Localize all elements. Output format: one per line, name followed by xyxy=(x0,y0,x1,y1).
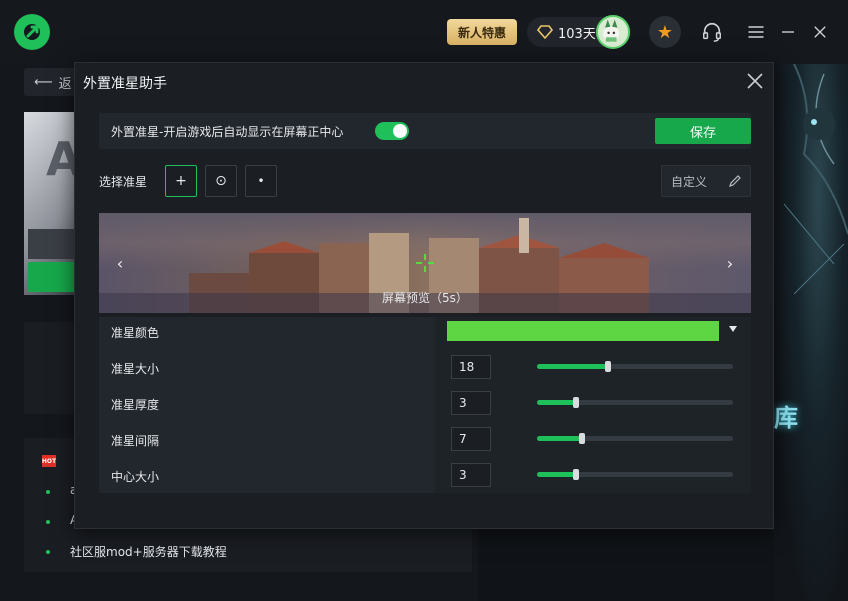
avatar-mascot-icon xyxy=(603,19,620,42)
star-icon: ★ xyxy=(656,21,674,43)
arrow-left-icon: ⟵ xyxy=(34,74,53,90)
color-swatch-dropdown[interactable] xyxy=(447,321,719,341)
list-bullet xyxy=(46,490,50,494)
slider-handle[interactable] xyxy=(573,397,579,408)
game-banner-art: 库 xyxy=(774,64,848,601)
vip-days-text: 103天 xyxy=(558,26,596,42)
slider-handle[interactable] xyxy=(605,361,611,372)
size-input[interactable]: 18 xyxy=(451,355,491,379)
size-label: 准星大小 xyxy=(111,362,160,376)
dialog-close-button[interactable] xyxy=(745,71,765,91)
toggle-knob xyxy=(393,124,407,138)
menu-icon xyxy=(748,26,764,38)
preview-caption: 屏幕预览（5s） xyxy=(382,291,468,305)
pencil-icon xyxy=(729,175,741,187)
lower-panel xyxy=(478,530,774,601)
center-size-slider[interactable] xyxy=(537,469,733,480)
app-logo[interactable] xyxy=(14,14,50,50)
slider-fill xyxy=(537,472,576,477)
plus-icon: + xyxy=(175,173,187,189)
slider-handle[interactable] xyxy=(573,469,579,480)
minimize-button[interactable] xyxy=(776,20,800,44)
circle-dot-icon: ⊙ xyxy=(215,173,227,189)
gap-label: 准星间隔 xyxy=(111,434,160,448)
game-secondary-button[interactable] xyxy=(28,229,76,259)
crosshair-helper-dialog: 外置准星助手 外置准星-开启游戏后自动显示在屏幕正中心 保存 选择准星 + ⊙ … xyxy=(74,62,774,529)
banner-text: 库 xyxy=(774,404,798,432)
list-bullet xyxy=(46,520,50,524)
menu-button[interactable] xyxy=(744,20,768,44)
dialog-title: 外置准星助手 xyxy=(83,76,167,92)
crosshair-option-plus[interactable]: + xyxy=(165,165,197,197)
caret-down-icon[interactable] xyxy=(729,326,737,332)
save-button[interactable]: 保存 xyxy=(655,118,751,144)
back-label: 返 xyxy=(58,76,72,92)
crosshair-option-circle-dot[interactable]: ⊙ xyxy=(205,165,237,197)
gap-input[interactable]: 7 xyxy=(451,427,491,451)
slider-fill xyxy=(537,364,608,369)
dot-icon: • xyxy=(257,174,265,188)
auto-show-row: 外置准星-开启游戏后自动显示在屏幕正中心 保存 xyxy=(99,113,751,149)
thickness-slider[interactable] xyxy=(537,397,733,408)
preview-next-button[interactable]: › xyxy=(722,253,738,273)
chevron-right-icon: › xyxy=(726,253,734,273)
thickness-input[interactable]: 3 xyxy=(451,391,491,415)
crosshair-settings-panel: 准星颜色 准星大小 18 准星厚度 3 准星间隔 7 中心大小 3 xyxy=(99,317,751,493)
logo-arrow-icon xyxy=(24,24,40,40)
hot-item[interactable]: 社区服mod+服务器下载教程 xyxy=(70,543,227,560)
chevron-left-icon: ‹ xyxy=(116,253,124,273)
crosshair-preview-icon xyxy=(416,254,434,272)
slider-handle[interactable] xyxy=(579,433,585,444)
center-size-input[interactable]: 3 xyxy=(451,463,491,487)
game-cover-card[interactable]: A xyxy=(24,112,76,295)
close-app-button[interactable] xyxy=(808,20,832,44)
close-icon xyxy=(814,26,826,38)
preview-prev-button[interactable]: ‹ xyxy=(112,253,128,273)
slider-fill xyxy=(537,436,582,441)
list-bullet xyxy=(46,550,50,554)
headset-icon xyxy=(703,22,721,42)
thickness-label: 准星厚度 xyxy=(111,398,160,412)
hot-tag-icon: HOT xyxy=(42,455,56,467)
center-size-label: 中心大小 xyxy=(111,470,160,484)
slider-fill xyxy=(537,400,576,405)
custom-label: 自定义 xyxy=(671,174,708,189)
favorites-star-button[interactable]: ★ xyxy=(649,16,681,48)
auto-show-toggle[interactable] xyxy=(375,122,409,140)
info-panel xyxy=(24,322,76,414)
promo-badge[interactable]: 新人特惠 xyxy=(447,19,517,45)
custom-crosshair-button[interactable]: 自定义 xyxy=(661,165,751,197)
select-crosshair-label: 选择准星 xyxy=(99,175,148,189)
auto-show-label: 外置准星-开启游戏后自动显示在屏幕正中心 xyxy=(111,125,344,139)
game-cover-letter: A xyxy=(46,132,76,186)
close-icon xyxy=(747,73,763,89)
crosshair-option-dot[interactable]: • xyxy=(245,165,277,197)
game-launch-button[interactable] xyxy=(28,262,76,292)
minimize-icon xyxy=(782,31,794,33)
gap-slider[interactable] xyxy=(537,433,733,444)
color-label: 准星颜色 xyxy=(111,326,160,340)
top-bar: 新人特惠 103天 ★ xyxy=(0,0,848,64)
diamond-icon xyxy=(537,25,553,39)
size-slider[interactable] xyxy=(537,361,733,372)
screen-preview: ‹ › 屏幕预览（5s） xyxy=(99,213,751,313)
headset-support-button[interactable] xyxy=(700,20,724,44)
avatar[interactable] xyxy=(596,15,630,49)
character-art xyxy=(783,64,848,295)
